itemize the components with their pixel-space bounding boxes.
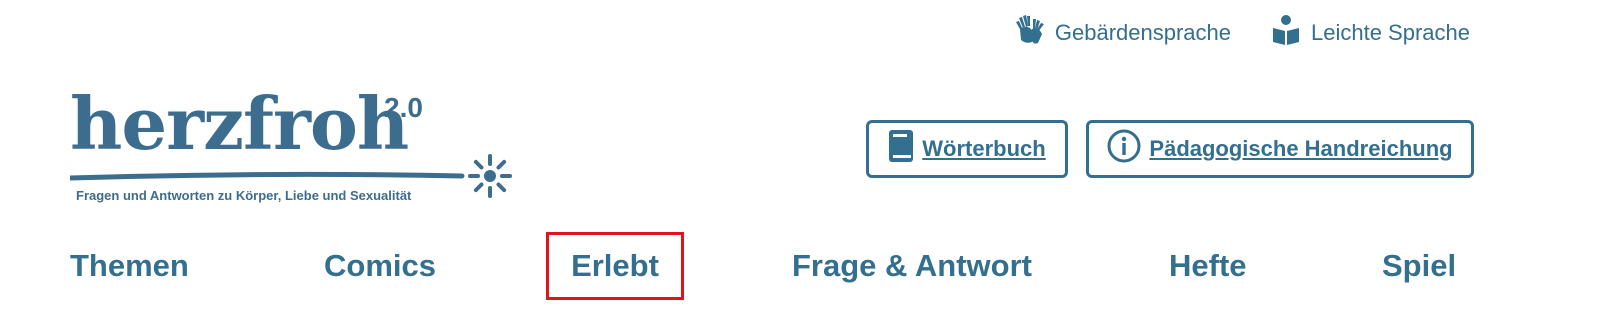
sign-language-link[interactable]: Gebärdensprache	[1013, 14, 1231, 52]
reader-icon	[1269, 14, 1303, 52]
nav-item-frage-antwort[interactable]: Frage & Antwort	[792, 232, 1032, 300]
utility-nav: Gebärdensprache Leichte Sprache	[1013, 14, 1470, 52]
nav-item-hefte[interactable]: Hefte	[1169, 232, 1247, 300]
hands-icon	[1013, 14, 1047, 52]
guide-button[interactable]: Pädagogische Handreichung	[1086, 120, 1474, 178]
site-logo[interactable]: herzfroh 2.0 Fragen und Antworten zu Kör…	[70, 88, 530, 208]
guide-label: Pädagogische Handreichung	[1149, 136, 1453, 161]
logo-version: 2.0	[384, 92, 423, 123]
main-nav: Themen Comics Erlebt Frage & Antwort Hef…	[0, 232, 1606, 302]
nav-item-themen[interactable]: Themen	[70, 232, 189, 300]
sun-flower-icon	[468, 154, 512, 198]
page: Gebärdensprache Leichte Sprache herzfroh…	[0, 0, 1606, 327]
nav-item-erlebt[interactable]: Erlebt	[546, 232, 684, 300]
logo-wordmark: herzfroh	[70, 81, 409, 166]
book-icon	[888, 129, 914, 169]
sign-language-label: Gebärdensprache	[1054, 20, 1231, 45]
easy-language-link[interactable]: Leichte Sprache	[1269, 14, 1470, 52]
dictionary-label: Wörterbuch	[922, 136, 1046, 161]
nav-item-comics[interactable]: Comics	[324, 232, 436, 300]
logo-tagline: Fragen und Antworten zu Körper, Liebe un…	[76, 188, 412, 203]
nav-item-spiel[interactable]: Spiel	[1382, 232, 1456, 300]
easy-language-label: Leichte Sprache	[1311, 20, 1470, 45]
info-icon	[1107, 129, 1141, 169]
dictionary-button[interactable]: Wörterbuch	[866, 120, 1068, 178]
